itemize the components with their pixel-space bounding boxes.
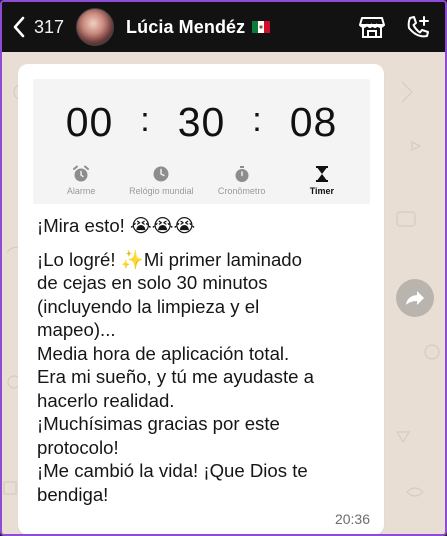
- tab-relogio-mundial: Relógio mundial: [121, 165, 201, 196]
- tab-label: Timer: [309, 186, 335, 196]
- add-call-button[interactable]: [405, 14, 431, 40]
- message-text: ¡Mira esto! 😭😭😭 ¡Lo logré! ✨Mi primer la…: [37, 214, 367, 506]
- chat-area[interactable]: 00 : 30 : 08 Alarme Relógio mundial Cron…: [2, 52, 445, 534]
- message-line: protocolo!: [37, 436, 119, 458]
- back-button[interactable]: 317: [12, 2, 64, 52]
- message-line: mapeo)...: [37, 319, 116, 340]
- store-icon: [359, 17, 385, 38]
- message-line: bendiga!: [37, 483, 109, 505]
- app-frame: 317 Lúcia Mendéz 00: 30: 08 Alarme Rel…: [0, 0, 447, 536]
- timer-screenshot-image[interactable]: 00 : 30 : 08 Alarme Relógio mundial Cron…: [33, 79, 370, 204]
- tab-label: Relógio mundial: [129, 186, 194, 196]
- timer-separator: :: [252, 101, 263, 139]
- unread-count: 317: [34, 16, 65, 37]
- message-line: Media hora de aplicación total.: [37, 342, 290, 364]
- message-line: hacerlo realidad.: [37, 389, 175, 411]
- timer-seconds: 08: [289, 99, 338, 145]
- message-line: ¡Me cambió la vida! ¡Que Dios te: [37, 460, 308, 481]
- tab-cronometro: Cronômetro: [202, 165, 282, 196]
- forward-icon: [406, 291, 424, 305]
- message-bubble[interactable]: 00 : 30 : 08 Alarme Relógio mundial Cron…: [18, 64, 384, 534]
- alarm-icon: [73, 165, 90, 182]
- contact-name-area[interactable]: Lúcia Mendéz: [126, 16, 271, 38]
- message-line: Era mi sueño, y tú me ayudaste a: [37, 366, 314, 387]
- clock-icon: [153, 166, 169, 182]
- message-timestamp: 20:36: [334, 511, 370, 527]
- message-line: ¡Muchísimas gracias por este: [37, 413, 280, 434]
- forward-button[interactable]: [396, 279, 434, 317]
- hourglass-icon: [315, 166, 328, 182]
- timer-separator: :: [140, 101, 151, 139]
- tab-label: Alarme: [66, 186, 96, 196]
- message-line: de cejas en solo 30 minutos: [37, 272, 268, 293]
- chevron-left-icon: [13, 16, 25, 38]
- avatar[interactable]: [76, 8, 115, 46]
- tab-label: Cronômetro: [217, 186, 266, 196]
- message-line: ¡Lo logré! ✨Mi primer laminado: [37, 248, 302, 270]
- timer-minutes: 30: [177, 99, 226, 145]
- contact-name: Lúcia Mendéz: [126, 16, 246, 37]
- mexico-flag-icon: [252, 21, 271, 33]
- tab-alarme: Alarme: [41, 165, 121, 196]
- timer-display: 00 : 30 : 08: [33, 99, 370, 146]
- add-call-icon: [407, 16, 429, 38]
- store-button[interactable]: [359, 15, 385, 39]
- message-line: ¡Mira esto! 😭😭😭: [37, 215, 196, 236]
- tab-timer: Timer: [282, 165, 362, 196]
- timer-hours: 00: [65, 99, 114, 145]
- chat-header: 317 Lúcia Mendéz: [2, 2, 445, 52]
- clock-tab-bar: Alarme Relógio mundial Cronômetro Timer: [33, 165, 370, 196]
- message-line: (incluyendo la limpieza y el: [37, 295, 260, 317]
- stopwatch-icon: [235, 166, 249, 182]
